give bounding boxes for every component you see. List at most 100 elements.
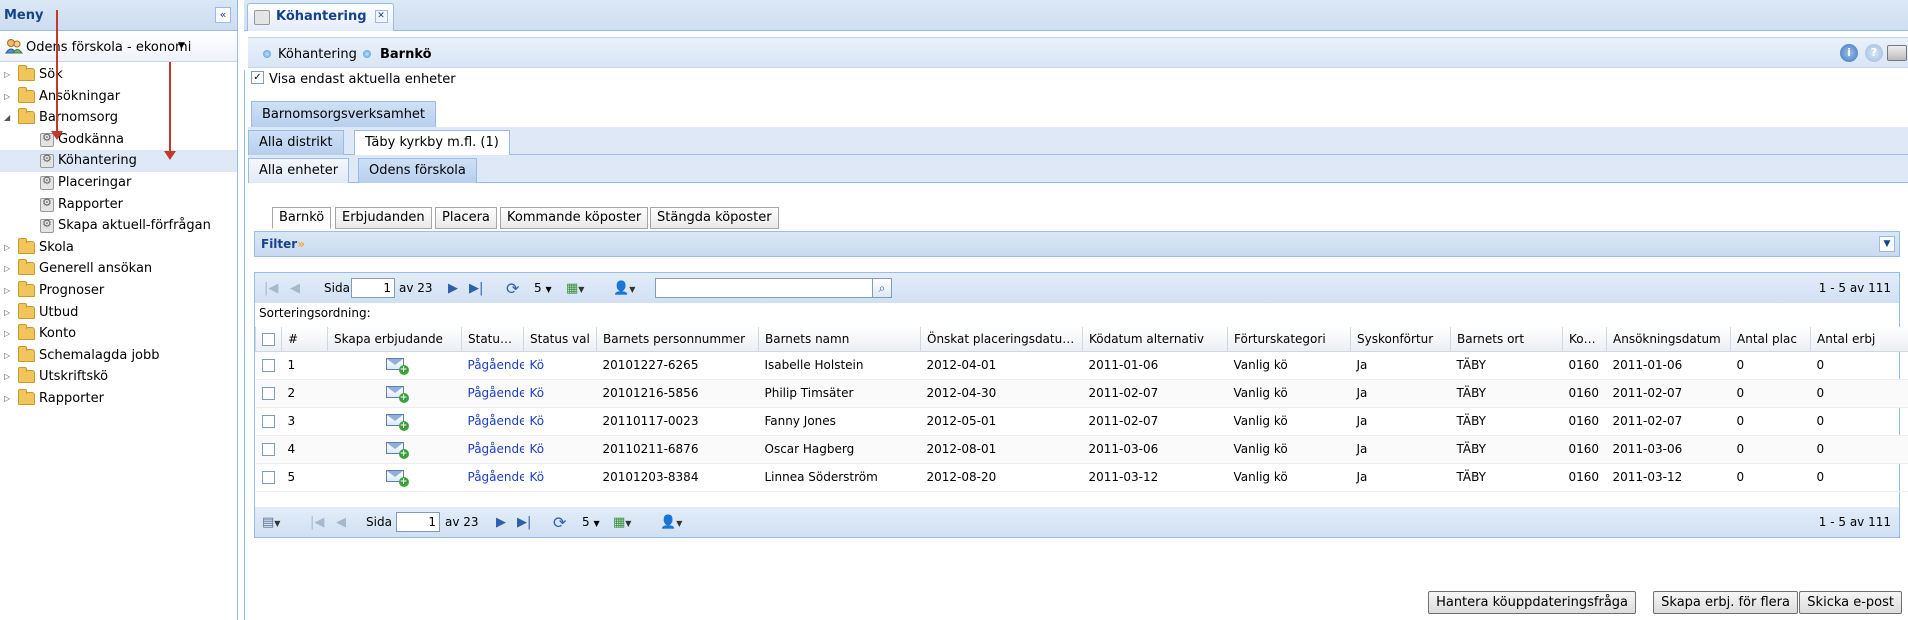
- tree-item[interactable]: Placeringar: [0, 172, 237, 194]
- table-cell[interactable]: [327, 351, 462, 380]
- org-selector[interactable]: Odens förskola - ekonomi ▼: [0, 31, 237, 62]
- column-header[interactable]: Status val: [523, 327, 597, 352]
- collapse-node-icon[interactable]: ◢: [4, 113, 10, 122]
- expand-node-icon[interactable]: ▷: [4, 286, 10, 295]
- table-row[interactable]: 1 PågåendeKö20101227-6265Isabelle Holstei…: [255, 351, 1908, 380]
- column-header[interactable]: Statu…: [461, 327, 524, 352]
- table-cell[interactable]: Kö: [523, 351, 597, 380]
- expand-node-icon[interactable]: ▷: [4, 264, 10, 273]
- expand-node-icon[interactable]: ▷: [4, 351, 10, 360]
- row-select-cell[interactable]: [255, 379, 282, 408]
- prev-page-icon[interactable]: ◀: [290, 281, 300, 296]
- tree-item[interactable]: Godkänna: [0, 129, 237, 151]
- page-size-select[interactable]: 5 ▼: [534, 281, 552, 295]
- table-row[interactable]: 3 PågåendeKö20110117-0023Fanny Jones2012-…: [255, 407, 1908, 436]
- table-cell[interactable]: [327, 463, 462, 492]
- table-cell[interactable]: Kö: [523, 379, 597, 408]
- row-checkbox[interactable]: [261, 359, 275, 372]
- create-offer-mail-icon[interactable]: [385, 357, 409, 375]
- table-row[interactable]: 5 PågåendeKö20101203-8384Linnea Söderströ…: [255, 463, 1908, 492]
- tree-item[interactable]: Skapa aktuell-förfrågan: [0, 215, 237, 237]
- row-checkbox[interactable]: [261, 443, 275, 456]
- create-offer-mail-icon[interactable]: [385, 469, 409, 487]
- only-current-units-checkbox[interactable]: ✓: [251, 71, 264, 84]
- tree-item[interactable]: Köhantering: [0, 150, 237, 172]
- select-all-checkbox[interactable]: [262, 332, 275, 346]
- tree-folder[interactable]: ▷ Rapporter: [0, 388, 237, 410]
- tree-folder[interactable]: ◢ Barnomsorg: [0, 107, 237, 129]
- tree-folder[interactable]: ▷ Utskriftskö: [0, 366, 237, 388]
- search-icon[interactable]: ⌕: [872, 278, 892, 298]
- tab-kommande-koposter[interactable]: Kommande köposter: [500, 207, 649, 229]
- user-settings-icon[interactable]: 👤▼: [660, 515, 682, 530]
- column-header[interactable]: Barnets ort: [1450, 327, 1563, 352]
- row-select-cell[interactable]: [255, 407, 282, 436]
- last-page-icon[interactable]: ▶|: [469, 281, 483, 296]
- export-icon[interactable]: ▦▼: [613, 515, 631, 530]
- last-page-icon[interactable]: ▶|: [517, 515, 531, 530]
- table-cell[interactable]: Pågående: [461, 351, 524, 380]
- tree-folder[interactable]: ▷ Prognoser: [0, 280, 237, 302]
- tab-barnko[interactable]: Barnkö: [272, 207, 332, 229]
- next-page-icon[interactable]: ▶: [496, 515, 506, 530]
- collapse-sidebar-icon[interactable]: «: [215, 7, 231, 23]
- column-header[interactable]: Skapa erbjudande: [327, 327, 462, 352]
- tree-folder[interactable]: ▷ Utbud: [0, 302, 237, 324]
- tree-item[interactable]: Rapporter: [0, 194, 237, 216]
- expand-filter-icon[interactable]: ▼: [1879, 236, 1895, 252]
- row-checkbox[interactable]: [261, 471, 275, 484]
- tree-folder[interactable]: ▷ Ansökningar: [0, 86, 237, 108]
- prev-page-icon[interactable]: ◀: [336, 515, 346, 530]
- expand-node-icon[interactable]: ▷: [4, 243, 10, 252]
- column-header[interactable]: #: [281, 327, 328, 352]
- tab-barnomsorgsverksamhet[interactable]: Barnomsorgsverksamhet: [251, 101, 437, 128]
- table-cell[interactable]: Pågående: [461, 463, 524, 492]
- table-cell[interactable]: [327, 407, 462, 436]
- tab-odens-forskola[interactable]: Odens förskola: [358, 158, 477, 183]
- column-header[interactable]: Antal erbj: [1810, 327, 1908, 352]
- send-email-button[interactable]: Skicka e-post: [1799, 591, 1902, 614]
- create-offers-button[interactable]: Skapa erbj. för flera: [1653, 591, 1798, 614]
- help-icon[interactable]: ?: [1865, 44, 1883, 62]
- user-settings-icon[interactable]: 👤▼: [613, 281, 635, 296]
- refresh-icon[interactable]: ⟳: [506, 279, 519, 298]
- table-cell[interactable]: [327, 435, 462, 464]
- first-page-icon[interactable]: |◀: [310, 515, 324, 530]
- page-number-input[interactable]: 1: [351, 278, 395, 298]
- table-cell[interactable]: Pågående: [461, 407, 524, 436]
- tab-stangda-koposter[interactable]: Stängda köposter: [650, 207, 779, 229]
- next-page-icon[interactable]: ▶: [448, 281, 458, 296]
- expand-node-icon[interactable]: ▷: [4, 70, 10, 79]
- column-header[interactable]: Syskonförtur: [1350, 327, 1451, 352]
- create-offer-mail-icon[interactable]: [385, 441, 409, 459]
- table-cell[interactable]: Pågående: [461, 379, 524, 408]
- column-header[interactable]: Antal plac: [1730, 327, 1811, 352]
- handle-queue-update-button[interactable]: Hantera köuppdateringsfråga: [1428, 591, 1636, 614]
- tree-folder[interactable]: ▷ Schemalagda jobb: [0, 345, 237, 367]
- row-checkbox[interactable]: [261, 387, 275, 400]
- page-size-select[interactable]: 5 ▼: [582, 515, 600, 529]
- tab-taby-kyrkby[interactable]: Täby kyrkby m.fl. (1): [354, 130, 510, 155]
- breadcrumb-item[interactable]: Köhantering: [278, 47, 357, 62]
- expand-node-icon[interactable]: ▷: [4, 372, 10, 381]
- chevron-down-icon[interactable]: ▼: [178, 41, 185, 51]
- expand-node-icon[interactable]: ▷: [4, 308, 10, 317]
- first-page-icon[interactable]: |◀: [264, 281, 278, 296]
- table-cell[interactable]: Kö: [523, 435, 597, 464]
- table-cell[interactable]: Kö: [523, 407, 597, 436]
- expand-node-icon[interactable]: ▷: [4, 394, 10, 403]
- row-checkbox[interactable]: [261, 415, 275, 428]
- info-icon[interactable]: i: [1840, 44, 1858, 62]
- tab-alla-distrikt[interactable]: Alla distrikt: [248, 130, 344, 155]
- create-offer-mail-icon[interactable]: [385, 385, 409, 403]
- table-cell[interactable]: Kö: [523, 463, 597, 492]
- tab-alla-enheter[interactable]: Alla enheter: [248, 158, 350, 183]
- tree-folder[interactable]: ▷ Konto: [0, 323, 237, 345]
- column-header[interactable]: Önskat placeringsdatu…: [920, 327, 1083, 352]
- filter-panel-header[interactable]: Filter» ▼: [254, 231, 1900, 257]
- tab-kohantering[interactable]: Köhantering ✕: [247, 3, 394, 31]
- table-row[interactable]: 4PågåendeKö20110211-6876Oscar Hagberg201…: [255, 435, 1908, 464]
- tab-placera[interactable]: Placera: [435, 207, 497, 229]
- tree-folder[interactable]: ▷ Sök: [0, 64, 237, 86]
- column-chooser-icon[interactable]: ▤▼: [262, 515, 280, 530]
